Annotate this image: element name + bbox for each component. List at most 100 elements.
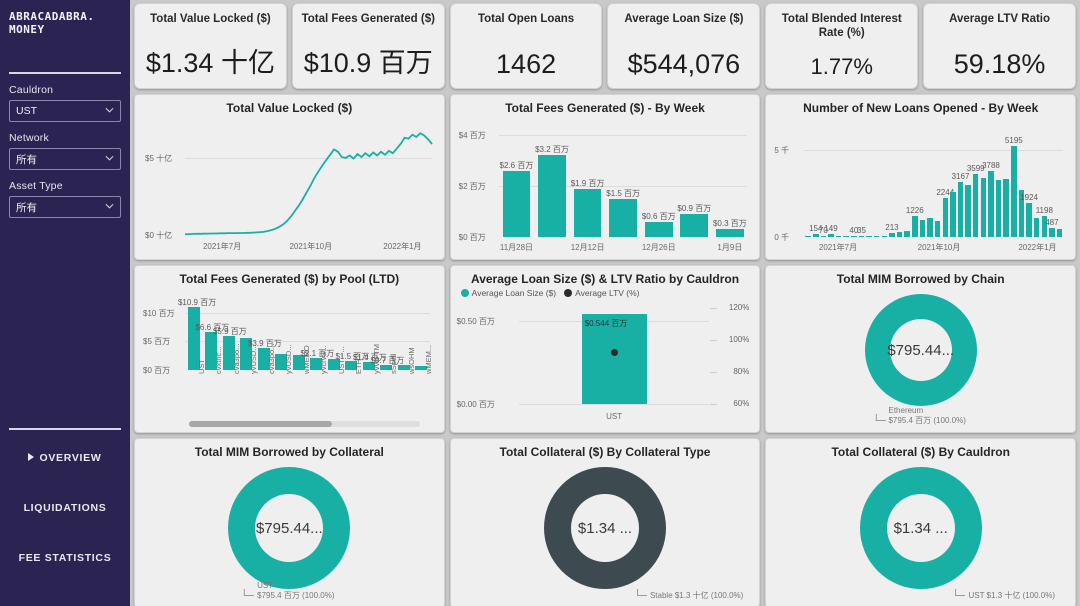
bar[interactable] — [912, 215, 918, 237]
donut-ring[interactable]: $795.44... — [864, 294, 977, 406]
filter-cauldron-select[interactable]: UST — [9, 100, 121, 122]
kpi-card-total-blended-interest-rate[interactable]: Total Blended Interest Rate (%) 1.77% — [765, 3, 919, 89]
bar[interactable] — [972, 174, 979, 237]
chart-card-collateral-by-cauldron[interactable]: Total Collateral ($) By Cauldron $1.34 .… — [765, 438, 1077, 606]
line-chart-tvl[interactable]: $5 十亿 $0 十亿 2021年7月 2021年10月 2022年1月 — [141, 117, 438, 255]
y-axis-tick: 5 千 — [774, 145, 790, 155]
bar[interactable] — [950, 191, 956, 237]
sidebar-divider-top — [9, 72, 121, 74]
brand-logo: ABRACADABRA. MONEY — [0, 0, 130, 36]
chart-title: Total MIM Borrowed by Collateral — [194, 445, 384, 459]
x-axis-tick: cva3po... — [231, 343, 241, 374]
bar[interactable] — [1049, 228, 1055, 237]
kpi-title: Total Fees Generated ($) — [301, 13, 435, 25]
bar[interactable] — [609, 198, 638, 237]
donut-chart-mim-by-collateral[interactable]: $795.44... UST $795.4 百万 (100.0%) — [141, 461, 438, 603]
bar[interactable] — [957, 181, 964, 237]
kpi-value: $1.34 十亿 — [145, 48, 275, 78]
bar[interactable] — [820, 235, 827, 237]
bar-chart-fees-by-week[interactable]: $0 百万 $2 百万 $4 百万 $2.6 百万 $3.2 百万 $1.9 百万 $1.5… — [457, 117, 754, 255]
sidebar-item-overview[interactable]: OVERVIEW — [0, 444, 130, 472]
bar[interactable] — [858, 235, 865, 237]
bar[interactable] — [680, 214, 709, 237]
horizontal-scrollbar[interactable] — [189, 421, 420, 427]
filter-asset-type-select[interactable]: 所有 — [9, 196, 121, 218]
bar[interactable] — [866, 235, 872, 237]
chart-card-collateral-by-type[interactable]: Total Collateral ($) By Collateral Type … — [449, 438, 761, 606]
filter-network-select[interactable]: 所有 — [9, 148, 121, 170]
donut-chart-collateral-by-cauldron[interactable]: $1.34 ... UST $1.3 十亿 (100.0%) — [772, 461, 1069, 603]
bar[interactable] — [716, 229, 744, 237]
bar-chart-new-loans[interactable]: 5 千0 千 154 70 149 40 35 213 1226 2244 3167 3599 378… — [772, 117, 1069, 255]
chart-card-loan-size-ltv[interactable]: Average Loan Size ($) & LTV Ratio by Cau… — [449, 265, 761, 433]
chevron-down-icon[interactable] — [105, 202, 114, 211]
bar[interactable] — [995, 180, 1002, 237]
kpi-card-total-fees-generated[interactable]: Total Fees Generated ($) $10.9 百万 — [291, 3, 445, 89]
chevron-down-icon[interactable] — [105, 154, 114, 163]
kpi-title: Total Value Locked ($) — [150, 13, 271, 25]
bar[interactable] — [942, 197, 948, 237]
y-axis-tick: $4 百万 — [458, 131, 486, 140]
chart-row-1: Total Value Locked ($) $5 十亿 $0 十亿 2021年7月… — [134, 94, 1077, 260]
bar[interactable] — [965, 185, 971, 237]
bar[interactable] — [980, 178, 987, 237]
bar[interactable] — [896, 232, 903, 237]
bar[interactable] — [988, 170, 994, 237]
chart-card-total-value-locked[interactable]: Total Value Locked ($) $5 十亿 $0 十亿 2021年7月… — [134, 94, 445, 260]
legend-label: Average Loan Size ($) — [471, 288, 557, 298]
bar-value-label: 213 — [885, 223, 899, 233]
bar[interactable] — [573, 188, 602, 237]
legend-item-ltv[interactable]: Average LTV (%) — [564, 288, 640, 298]
bar[interactable] — [835, 235, 842, 237]
bar[interactable] — [881, 235, 888, 237]
chevron-down-icon[interactable] — [105, 106, 114, 115]
sidebar-item-fee-statistics[interactable]: FEE STATISTICS — [0, 544, 130, 572]
x-axis-tick: yvcrvS... — [319, 345, 329, 374]
x-axis-tick: yvUSD... — [284, 344, 294, 374]
play-caret-icon — [28, 453, 35, 462]
donut-ring[interactable]: $795.44... — [228, 467, 351, 589]
bar[interactable] — [904, 231, 910, 237]
bar[interactable] — [851, 235, 857, 237]
bar[interactable] — [919, 219, 926, 237]
bar[interactable] — [502, 170, 531, 237]
donut-ring[interactable]: $1.34 ... — [544, 467, 666, 589]
chart-card-mim-by-collateral[interactable]: Total MIM Borrowed by Collateral $795.44… — [134, 438, 445, 606]
ltv-marker[interactable] — [610, 349, 618, 357]
bar[interactable] — [873, 235, 880, 237]
bar[interactable] — [1056, 229, 1063, 237]
bar-value-label: 35 — [857, 226, 866, 236]
bar[interactable] — [805, 235, 811, 237]
chart-title: Total Fees Generated ($) - By Week — [505, 101, 705, 115]
chart-card-mim-by-chain[interactable]: Total MIM Borrowed by Chain $795.44... E… — [765, 265, 1077, 433]
bar[interactable] — [644, 221, 673, 237]
bar-chart-fees-by-pool[interactable]: $0 百万 $5 百万 $10 百万 $10.9 百万 UST $6.6 百万 cvxtri… — [141, 288, 438, 428]
chart-card-fees-by-pool[interactable]: Total Fees Generated ($) by Pool (LTD) $… — [134, 265, 445, 433]
bar[interactable] — [1003, 179, 1009, 237]
kpi-card-total-value-locked[interactable]: Total Value Locked ($) $1.34 十亿 — [134, 3, 287, 89]
donut-chart-collateral-by-type[interactable]: $1.34 ... Stable $1.3 十亿 (100.0%) — [457, 461, 754, 603]
chart-legend: Average Loan Size ($) Average LTV (%) — [460, 288, 754, 298]
combo-chart-loan-size-ltv[interactable]: $0.00 百万 $0.50 百万 60% 80% 100% 120% $0.544 百万 U… — [457, 300, 754, 426]
scrollbar-thumb[interactable] — [189, 421, 333, 427]
sidebar-item-liquidations[interactable]: LIQUIDATIONS — [0, 494, 130, 522]
bar-value-label: 3788 — [982, 160, 1000, 170]
bar[interactable] — [828, 234, 834, 237]
chart-card-fees-by-week[interactable]: Total Fees Generated ($) - By Week $0 百万… — [449, 94, 761, 260]
y2-tick-mark — [710, 372, 718, 373]
donut-chart-mim-by-chain[interactable]: $795.44... Ethereum $795.4 百万 (100.0%) — [772, 288, 1069, 428]
bar[interactable] — [1011, 146, 1017, 237]
chart-card-new-loans-by-week[interactable]: Number of New Loans Opened - By Week 5 千… — [765, 94, 1077, 260]
legend-item-loan-size[interactable]: Average Loan Size ($) — [460, 288, 557, 298]
kpi-title: Average LTV Ratio — [949, 13, 1051, 25]
bar[interactable] — [538, 155, 566, 237]
kpi-card-average-ltv-ratio[interactable]: Average LTV Ratio 59.18% — [923, 3, 1076, 89]
bar[interactable] — [889, 233, 895, 237]
kpi-card-average-loan-size[interactable]: Average Loan Size ($) $544,076 — [607, 3, 761, 89]
donut-ring[interactable]: $1.34 ... — [859, 467, 982, 589]
bar[interactable] — [843, 235, 849, 237]
kpi-card-total-open-loans[interactable]: Total Open Loans 1462 — [449, 3, 603, 89]
bar[interactable] — [934, 221, 941, 237]
bar[interactable] — [927, 217, 933, 237]
x-axis-tick: 2021年10月 — [289, 242, 333, 251]
